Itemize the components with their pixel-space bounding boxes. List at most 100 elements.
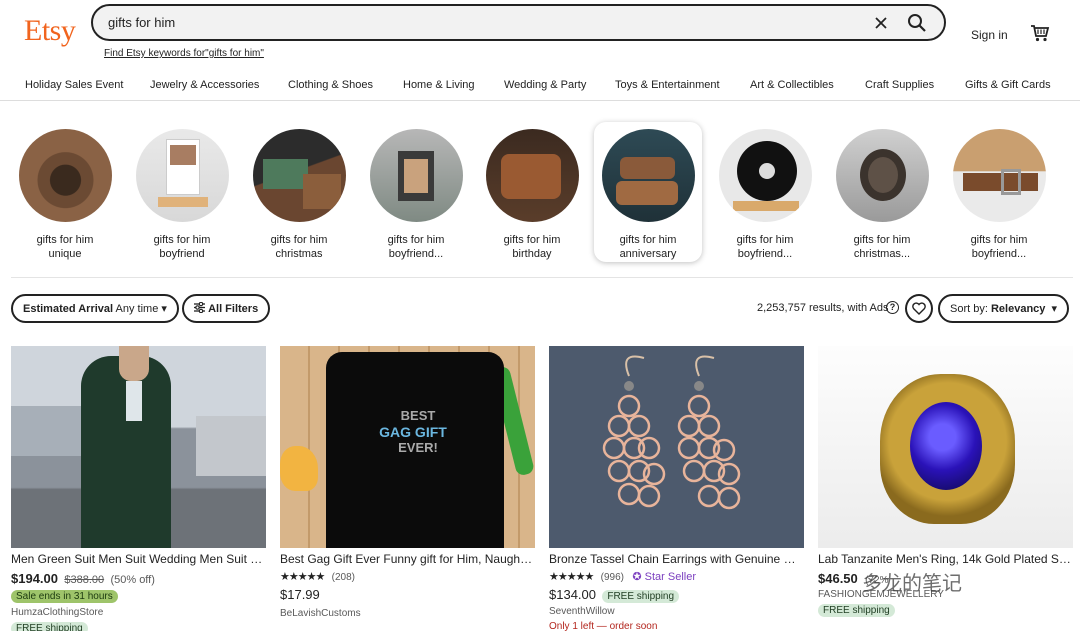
etsy-logo[interactable]: Etsy	[24, 14, 76, 48]
filter-sliders-icon	[194, 301, 205, 314]
heart-icon	[912, 302, 926, 315]
suggestion-sublabel: boyfriend...	[971, 248, 1027, 260]
listing-image[interactable]	[549, 346, 804, 548]
search-bar[interactable]: gifts for him	[91, 4, 946, 41]
results-count: 2,253,757 results, with Ads	[757, 302, 889, 314]
suggestion-sublabel: boyfriend...	[737, 248, 793, 260]
sign-in-link[interactable]: Sign in	[971, 28, 1008, 42]
cart-icon[interactable]	[1030, 24, 1050, 42]
shop-name[interactable]: SeventhWillow	[549, 606, 804, 617]
listing-price: $17.99	[280, 587, 320, 602]
arrival-value: Any time	[115, 303, 159, 315]
suggestion-christmas[interactable]: gifts for him christmas	[245, 122, 353, 262]
nav-craft[interactable]: Craft Supplies	[865, 79, 934, 91]
section-divider	[11, 277, 1073, 278]
suggestion-label: gifts for him	[153, 234, 211, 246]
suggestion-anniversary[interactable]: gifts for him anniversary	[594, 122, 702, 262]
sort-dropdown[interactable]: Sort by: Relevancy ▾	[938, 294, 1070, 323]
search-input[interactable]: gifts for him	[108, 15, 175, 30]
clear-icon[interactable]	[871, 13, 891, 33]
review-count: (996)	[600, 572, 625, 583]
suggestion-image	[369, 129, 463, 222]
suggestion-label: gifts for him	[970, 234, 1028, 246]
suggestion-label: gifts for him	[619, 234, 677, 246]
suggestion-image	[252, 129, 346, 222]
sale-badge: Sale ends in 31 hours	[11, 590, 118, 603]
favorite-search-button[interactable]	[905, 294, 933, 323]
all-filters-button[interactable]: All Filters	[182, 294, 271, 323]
all-filters-label: All Filters	[208, 303, 259, 315]
listing-card[interactable]: Bronze Tassel Chain Earrings with Genuin…	[549, 346, 804, 631]
listing-title[interactable]: Lab Tanzanite Men's Ring, 14k Gold Plate…	[818, 552, 1073, 566]
listing-card[interactable]: BEST GAG GIFT EVER! Best Gag Gift Ever F…	[280, 346, 535, 619]
search-icon[interactable]	[906, 12, 928, 34]
suggestion-image	[835, 129, 929, 222]
listing-image[interactable]	[818, 346, 1073, 548]
nav-wedding[interactable]: Wedding & Party	[504, 79, 586, 91]
free-shipping-badge: FREE shipping	[602, 590, 680, 603]
suggestion-image	[485, 129, 579, 222]
nav-gifts[interactable]: Gifts & Gift Cards	[965, 79, 1051, 91]
free-shipping-badge: FREE shipping	[818, 604, 895, 617]
suggestion-sublabel: birthday	[512, 248, 552, 260]
suggestion-boyfriend-4[interactable]: gifts for him boyfriend...	[945, 122, 1053, 262]
listing-price: $46.50	[818, 571, 858, 586]
suggestion-label: gifts for him	[503, 234, 561, 246]
nav-holiday-sales[interactable]: Holiday Sales Event	[25, 79, 123, 91]
star-seller-icon: ✪	[632, 571, 642, 583]
suggestion-boyfriend-2[interactable]: gifts for him boyfriend...	[362, 122, 470, 262]
suggestion-label: gifts for him	[853, 234, 911, 246]
suggestion-label: gifts for him	[270, 234, 328, 246]
suggestion-birthday[interactable]: gifts for him birthday	[478, 122, 586, 262]
listing-image[interactable]: BEST GAG GIFT EVER!	[280, 346, 535, 548]
nav-jewelry[interactable]: Jewelry & Accessories	[150, 79, 259, 91]
suggestion-sublabel: unique	[48, 248, 82, 260]
low-stock-notice: Only 1 left — order soon	[549, 621, 658, 631]
suggestion-image	[952, 129, 1046, 222]
arrival-label: Estimated Arrival	[23, 303, 114, 315]
suggestion-image	[135, 129, 229, 222]
suggestion-christmas-2[interactable]: gifts for him christmas...	[828, 122, 936, 262]
earrings-illustration	[602, 355, 741, 510]
caret-down-icon: ▾	[1048, 303, 1058, 315]
suggestion-image	[18, 129, 112, 222]
listing-image[interactable]	[11, 346, 266, 548]
suggestion-sublabel: anniversary	[619, 248, 677, 260]
nav-toys[interactable]: Toys & Entertainment	[615, 79, 720, 91]
suggestion-boyfriend[interactable]: gifts for him boyfriend	[128, 122, 236, 262]
suggestion-label: gifts for him	[36, 234, 94, 246]
star-seller-label: Star Seller	[644, 571, 696, 583]
suggestion-boyfriend-3[interactable]: gifts for him boyfriend...	[711, 122, 819, 262]
listing-title[interactable]: Men Green Suit Men Suit Wedding Men Suit…	[11, 552, 266, 566]
estimated-arrival-dropdown[interactable]: Estimated Arrival Any time ▾	[11, 294, 179, 323]
suggestion-label: gifts for him	[736, 234, 794, 246]
suggestion-sublabel: christmas	[275, 248, 323, 260]
find-keywords-link[interactable]: Find Etsy keywords for"gifts for him"	[104, 48, 264, 59]
help-icon[interactable]: ?	[886, 301, 899, 314]
image-text-ever: EVER!	[398, 440, 438, 455]
listing-price: $194.00	[11, 571, 58, 586]
watermark-text: 多龙的笔记	[862, 571, 962, 595]
listing-title[interactable]: Best Gag Gift Ever Funny gift for Him, N…	[280, 552, 535, 566]
listing-card[interactable]: Men Green Suit Men Suit Wedding Men Suit…	[11, 346, 266, 631]
suggestion-sublabel: boyfriend	[159, 248, 205, 260]
nav-art[interactable]: Art & Collectibles	[750, 79, 834, 91]
caret-down-icon: ▾	[161, 303, 167, 315]
shop-name[interactable]: BeLavishCustoms	[280, 608, 535, 619]
image-text-best: BEST	[400, 408, 436, 423]
nav-clothing[interactable]: Clothing & Shoes	[288, 79, 373, 91]
suggestion-sublabel: boyfriend...	[388, 248, 444, 260]
listing-price: $134.00	[549, 587, 596, 602]
rating-stars: ★★★★★	[549, 571, 594, 583]
free-shipping-badge: FREE shipping	[11, 622, 88, 631]
suggestion-unique[interactable]: gifts for him unique	[11, 122, 119, 262]
image-text-gag-gift: GAG GIFT	[379, 424, 447, 440]
nav-home-living[interactable]: Home & Living	[403, 79, 475, 91]
suggestion-sublabel: christmas...	[853, 248, 911, 260]
listing-discount: (50% off)	[110, 574, 155, 586]
listing-old-price: $388.00	[64, 574, 105, 586]
shop-name[interactable]: HumzaClothingStore	[11, 607, 266, 618]
category-nav: Holiday Sales Event Jewelry & Accessorie…	[0, 77, 1080, 101]
review-count: (208)	[331, 572, 356, 583]
listing-title[interactable]: Bronze Tassel Chain Earrings with Genuin…	[549, 552, 804, 566]
